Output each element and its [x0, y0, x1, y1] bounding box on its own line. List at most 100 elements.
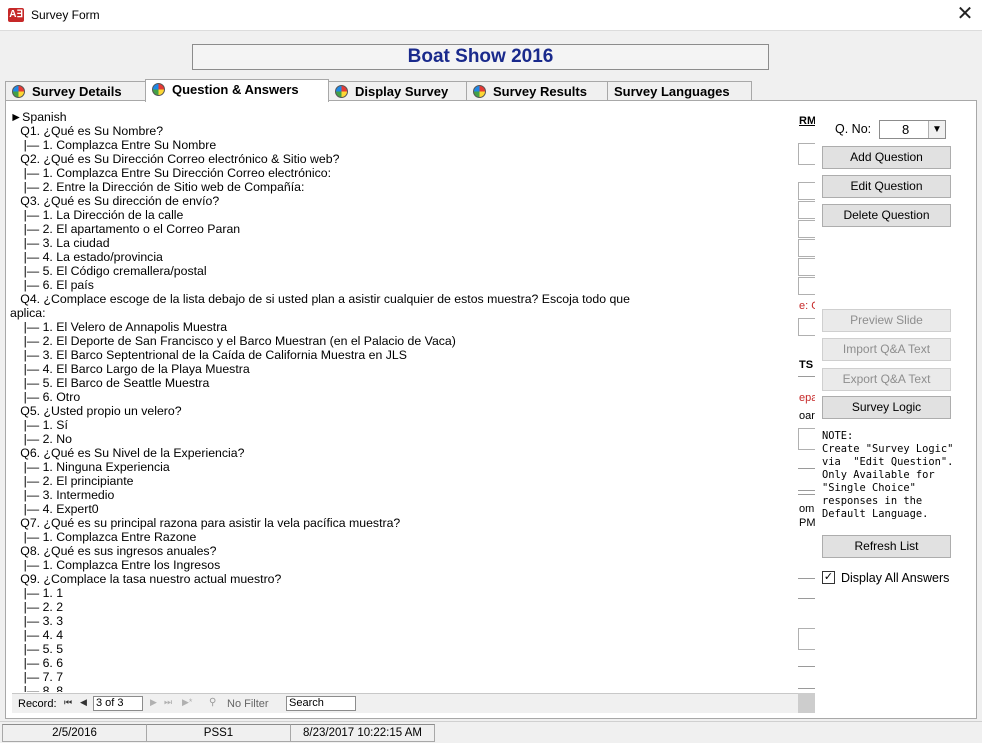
status-user: PSS1 [146, 724, 291, 742]
list-item[interactable]: Q2. ¿Qué es Su Dirección Correo electrón… [10, 152, 798, 166]
list-item[interactable]: Q6. ¿Qué es Su Nivel de la Experiencia? [10, 446, 798, 460]
list-item[interactable]: |— 1. Complazca Entre Su Dirección Corre… [10, 166, 798, 180]
list-item[interactable]: |— 1. El Velero de Annapolis Muestra [10, 320, 798, 334]
note-line: Only Available for [822, 469, 935, 481]
list-item[interactable]: |— 3. Intermedio [10, 488, 798, 502]
list-item[interactable]: |— 4. Expert0 [10, 502, 798, 516]
list-item[interactable]: |— 4. La estado/provincia [10, 250, 798, 264]
search-input[interactable]: Search [286, 696, 356, 711]
no-filter-indicator[interactable]: No Filter [227, 698, 269, 710]
globe-icon [473, 85, 486, 98]
list-item[interactable]: |— 6. Otro [10, 390, 798, 404]
tab-survey-details[interactable]: Survey Details [5, 81, 146, 101]
hidden-label-fragment: TS [799, 359, 814, 371]
list-item[interactable]: |— 2. El principiante [10, 474, 798, 488]
last-record-icon[interactable]: ⏭ [164, 697, 172, 708]
import-qa-text-button[interactable]: Import Q&A Text [822, 338, 951, 361]
divider [798, 598, 815, 599]
hidden-field [798, 628, 815, 650]
list-item[interactable]: Q9. ¿Complace la tasa nuestro actual mue… [10, 572, 798, 586]
list-item[interactable]: |— 5. El Barco de Seattle Muestra [10, 376, 798, 390]
divider [798, 578, 815, 579]
question-number-select[interactable]: 8 ▼ [879, 120, 946, 139]
list-item[interactable]: |— 1. Ninguna Experiencia [10, 460, 798, 474]
list-item[interactable]: |— 7. 7 [10, 670, 798, 684]
list-item[interactable]: |— 4. El Barco Largo de la Playa Muestra [10, 362, 798, 376]
hidden-field [798, 201, 815, 219]
list-item[interactable]: |— 2. 2 [10, 600, 798, 614]
list-item[interactable]: |— 3. 3 [10, 614, 798, 628]
chevron-down-icon[interactable]: ▼ [928, 121, 945, 138]
status-timestamp: 8/23/2017 10:22:15 AM [290, 724, 435, 742]
survey-title: Boat Show 2016 [192, 44, 769, 70]
list-item[interactable]: Q8. ¿Qué es sus ingresos anuales? [10, 544, 798, 558]
list-item[interactable]: |— 2. No [10, 432, 798, 446]
export-qa-text-button[interactable]: Export Q&A Text [822, 368, 951, 391]
list-item[interactable]: Q5. ¿Usted propio un velero? [10, 404, 798, 418]
list-item[interactable]: |— 3. El Barco Septentrional de la Caída… [10, 348, 798, 362]
divider [798, 468, 815, 469]
record-label: Record: [18, 698, 57, 710]
previous-record-icon[interactable]: ◀ [80, 697, 87, 708]
question-number-label: Q. No: [835, 122, 872, 136]
list-item[interactable]: |— 1. Complazca Entre los Ingresos [10, 558, 798, 572]
list-item[interactable]: |— 5. El Código cremallera/postal [10, 264, 798, 278]
title-bar: A∃ Survey Form ✕ [0, 0, 982, 31]
survey-logic-note: NOTE: Create "Survey Logic" via "Edit Qu… [822, 430, 972, 521]
list-item[interactable]: |— 6. 6 [10, 656, 798, 670]
add-question-button[interactable]: Add Question [822, 146, 951, 169]
hidden-field [798, 277, 815, 295]
list-item[interactable]: ►Spanish [10, 110, 798, 124]
display-all-answers-checkbox[interactable]: ✓ [822, 571, 835, 584]
list-item[interactable]: |— 1. Sí [10, 418, 798, 432]
list-item[interactable]: |— 1. Complazca Entre Razone [10, 530, 798, 544]
preview-slide-button[interactable]: Preview Slide [822, 309, 951, 332]
hidden-label-fragment: PM [799, 517, 815, 529]
tab-display-survey[interactable]: Display Survey [328, 81, 467, 101]
refresh-list-button[interactable]: Refresh List [822, 535, 951, 558]
list-item[interactable]: |— 2. El Deporte de San Francisco y el B… [10, 334, 798, 348]
hidden-field [798, 220, 815, 238]
question-number-value: 8 [902, 122, 910, 137]
close-icon[interactable]: ✕ [948, 0, 982, 31]
divider [798, 688, 815, 689]
list-item[interactable]: |— 6. El país [10, 278, 798, 292]
tab-survey-results[interactable]: Survey Results [466, 81, 608, 101]
list-item[interactable]: |— 3. La ciudad [10, 236, 798, 250]
note-line: NOTE: [822, 430, 854, 442]
list-item[interactable]: |— 5. 5 [10, 642, 798, 656]
list-item[interactable]: |— 2. El apartamento o el Correo Paran [10, 222, 798, 236]
divider [798, 490, 815, 491]
list-item[interactable]: |— 4. 4 [10, 628, 798, 642]
list-item[interactable]: aplica: [10, 306, 798, 320]
hidden-field [798, 143, 815, 165]
first-record-icon[interactable]: ⏮ [64, 697, 72, 708]
list-item[interactable]: Q3. ¿Qué es Su dirección de envío? [10, 194, 798, 208]
note-line: Create "Survey Logic" [822, 443, 954, 455]
display-all-answers-label[interactable]: Display All Answers [841, 571, 949, 585]
edit-question-button[interactable]: Edit Question [822, 175, 951, 198]
list-item[interactable]: |— 2. Entre la Dirección de Sitio web de… [10, 180, 798, 194]
current-record-input[interactable]: 3 of 3 [93, 696, 143, 711]
hidden-field [798, 258, 815, 276]
list-item[interactable]: |— 1. La Dirección de la calle [10, 208, 798, 222]
new-record-icon[interactable]: ▶* [182, 697, 192, 708]
list-item[interactable]: Q4. ¿Complace escoge de la lista debajo … [10, 292, 798, 306]
tab-question-answers[interactable]: Question & Answers [145, 79, 329, 102]
note-line: Default Language. [822, 508, 929, 520]
globe-icon [152, 83, 165, 96]
tab-survey-languages[interactable]: Survey Languages [607, 81, 752, 101]
list-item[interactable]: |— 1. Complazca Entre Su Nombre [10, 138, 798, 152]
status-bar: 2/5/2016 PSS1 8/23/2017 10:22:15 AM [0, 721, 982, 743]
window-title: Survey Form [31, 8, 100, 22]
list-item[interactable]: |— 1. 1 [10, 586, 798, 600]
question-answer-list[interactable]: ►Spanish Q1. ¿Qué es Su Nombre? |— 1. Co… [10, 110, 798, 692]
access-app-icon: A∃ [8, 8, 24, 22]
list-item[interactable]: Q1. ¿Qué es Su Nombre? [10, 124, 798, 138]
record-navigator: Record: ⏮ ◀ 3 of 3 ▶ ⏭ ▶* ⚲ No Filter Se… [12, 693, 798, 713]
survey-logic-button[interactable]: Survey Logic [822, 396, 951, 419]
next-record-icon[interactable]: ▶ [150, 697, 157, 708]
list-item[interactable]: |— 8. 8 [10, 684, 798, 692]
list-item[interactable]: Q7. ¿Qué es su principal razona para asi… [10, 516, 798, 530]
delete-question-button[interactable]: Delete Question [822, 204, 951, 227]
